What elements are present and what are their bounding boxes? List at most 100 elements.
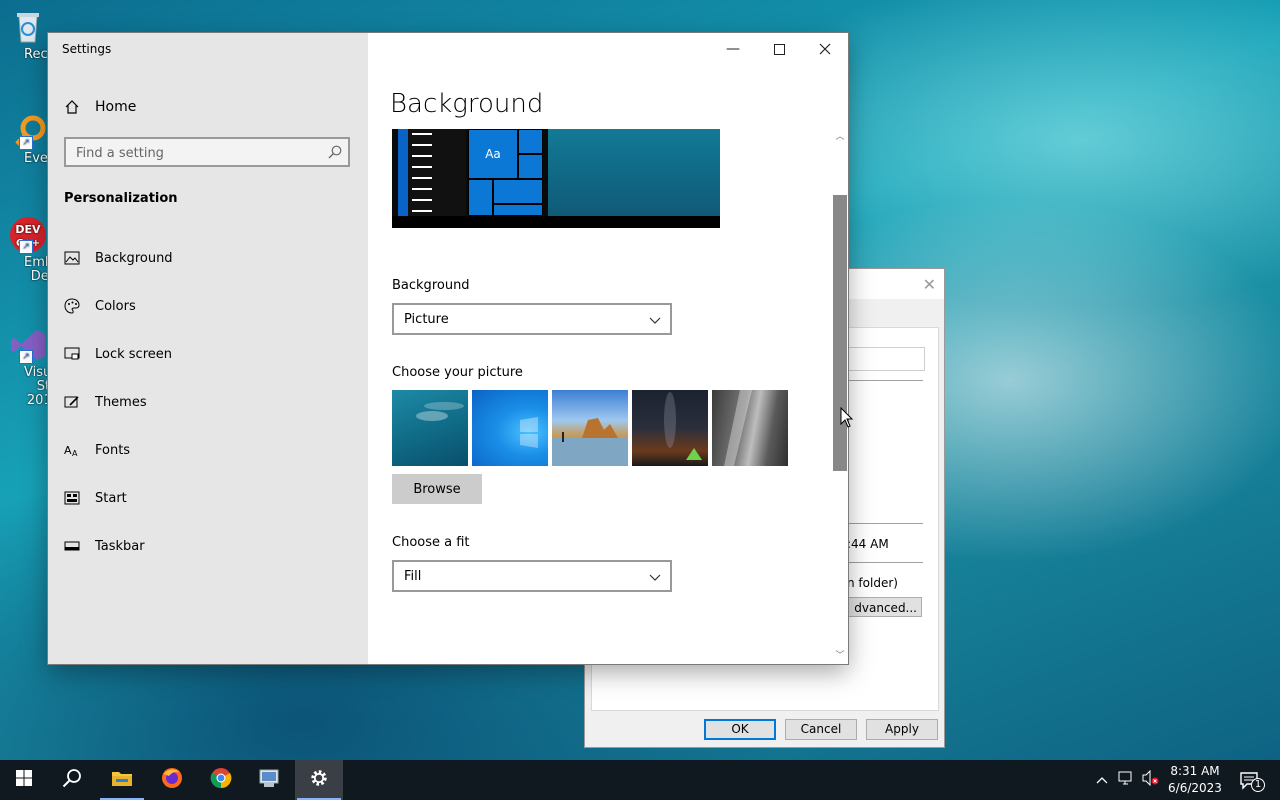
content-scrollbar[interactable]: ︿ ﹀: [832, 129, 848, 664]
network-icon: [1118, 770, 1136, 790]
choose-fit-label: Choose a fit: [392, 535, 470, 550]
section-title: Personalization: [64, 191, 178, 206]
action-center-button[interactable]: 1: [1236, 760, 1265, 800]
home-label: Home: [95, 99, 137, 115]
background-label: Background: [392, 278, 470, 293]
nav-item-background[interactable]: Background: [64, 247, 344, 269]
dropdown-value: Picture: [404, 311, 449, 327]
network-status-button[interactable]: [1118, 760, 1136, 800]
chevron-down-icon: [648, 313, 662, 327]
gear-icon: [309, 768, 329, 792]
page-title: Background: [390, 89, 544, 119]
shortcut-arrow-icon: ↗: [19, 240, 33, 254]
show-hidden-icons-button[interactable]: [1094, 760, 1110, 800]
divider: [847, 523, 923, 524]
volume-button[interactable]: [1142, 760, 1160, 800]
close-icon[interactable]: ✕: [923, 275, 936, 294]
preview-taskbar: [392, 216, 720, 228]
speaker-muted-icon: [1142, 769, 1160, 790]
mouse-cursor-icon: [840, 406, 854, 429]
picture-thumbnail[interactable]: [712, 390, 788, 466]
preview-tile: [468, 179, 493, 216]
chrome-icon: [210, 767, 232, 793]
brush-icon: [64, 394, 80, 410]
taskbar-firefox[interactable]: [148, 760, 196, 800]
nav-item-start[interactable]: Start: [64, 487, 344, 509]
preview-start-menu: [398, 129, 466, 216]
find-setting-search-box[interactable]: [64, 137, 350, 167]
svg-text:A: A: [64, 444, 72, 457]
dialog-folder-text: n folder): [847, 576, 898, 590]
clock-time: 8:31 AM: [1170, 764, 1220, 778]
preview-tile: [493, 179, 543, 204]
taskbar-chrome[interactable]: [197, 760, 245, 800]
svg-text:A: A: [72, 449, 78, 458]
taskbar-icon: [64, 538, 80, 554]
nav-item-label: Background: [95, 250, 173, 266]
preview-tile: [518, 129, 543, 154]
home-nav-item[interactable]: Home: [64, 97, 136, 117]
background-type-dropdown[interactable]: Picture: [392, 303, 672, 335]
home-icon: [64, 99, 80, 115]
taskbar-control-panel[interactable]: [246, 760, 294, 800]
settings-content-pane: Background Aa Background Picture Choose …: [368, 33, 848, 664]
window-title: Settings: [62, 42, 112, 56]
picture-thumbnail[interactable]: [392, 390, 468, 466]
picture-thumbnail[interactable]: [472, 390, 548, 466]
browse-button[interactable]: Browse: [392, 474, 482, 504]
nav-item-label: Colors: [95, 298, 136, 314]
desktop-preview: Aa: [392, 129, 720, 228]
taskbar-clock[interactable]: 8:31 AM 6/6/2023: [1160, 763, 1230, 797]
taskbar: 8:31 AM 6/6/2023 1: [0, 760, 1280, 800]
choose-picture-label: Choose your picture: [392, 365, 523, 380]
nav-item-label: Lock screen: [95, 346, 172, 362]
lock-screen-icon: [64, 346, 80, 362]
divider: [847, 562, 923, 563]
search-icon: [62, 768, 82, 792]
nav-item-label: Fonts: [95, 442, 131, 458]
nav-item-fonts[interactable]: AA Fonts: [64, 439, 344, 461]
picture-thumbnail[interactable]: [552, 390, 628, 466]
nav-item-label: Themes: [95, 394, 147, 410]
everything-search-icon: ↗: [9, 112, 47, 150]
preview-tile: Aa: [468, 129, 518, 179]
picture-icon: [64, 250, 80, 266]
fonts-icon: AA: [64, 442, 80, 458]
nav-item-taskbar[interactable]: Taskbar: [64, 535, 344, 557]
visual-studio-icon: ↗: [9, 326, 47, 364]
dialog-text-field[interactable]: [847, 347, 925, 371]
taskbar-settings[interactable]: [295, 760, 343, 800]
search-button[interactable]: [48, 760, 96, 800]
nav-item-lock-screen[interactable]: Lock screen: [64, 343, 344, 365]
shortcut-arrow-icon: ↗: [19, 136, 33, 150]
dropdown-value: Fill: [404, 568, 422, 584]
ok-button[interactable]: OK: [704, 719, 776, 740]
apply-button[interactable]: Apply: [866, 719, 938, 740]
settings-window: Settings Home Personalization Background…: [48, 33, 848, 664]
shortcut-arrow-icon: ↗: [19, 350, 33, 364]
recycle-bin-icon: [9, 8, 47, 46]
palette-icon: [64, 298, 80, 314]
cancel-button[interactable]: Cancel: [785, 719, 857, 740]
picture-thumbnail[interactable]: [632, 390, 708, 466]
svg-text:DEV: DEV: [15, 223, 41, 236]
preview-wallpaper: [548, 129, 720, 216]
firefox-icon: [161, 767, 183, 793]
search-icon: [328, 145, 342, 159]
preview-tile: [518, 154, 543, 179]
taskbar-file-explorer[interactable]: [98, 760, 146, 800]
dialog-time-text: :44 AM: [847, 537, 889, 551]
nav-item-themes[interactable]: Themes: [64, 391, 344, 413]
nav-item-colors[interactable]: Colors: [64, 295, 344, 317]
choose-fit-dropdown[interactable]: Fill: [392, 560, 672, 592]
clock-date: 6/6/2023: [1168, 781, 1222, 795]
search-input[interactable]: [66, 139, 328, 167]
scroll-down-arrow-icon[interactable]: ﹀: [834, 650, 846, 662]
scrollbar-thumb[interactable]: [833, 195, 847, 471]
chevron-down-icon: [648, 570, 662, 584]
nav-item-label: Taskbar: [95, 538, 145, 554]
scroll-up-arrow-icon[interactable]: ︿: [834, 131, 846, 143]
notification-count-badge: 1: [1251, 778, 1265, 792]
start-button[interactable]: [0, 760, 48, 800]
control-panel-icon: [258, 767, 282, 793]
